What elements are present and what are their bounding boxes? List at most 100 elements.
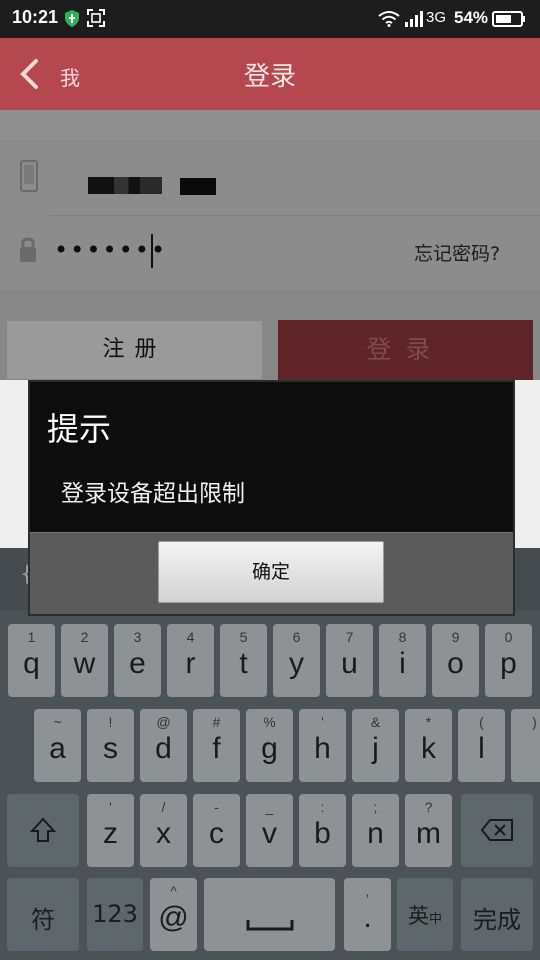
language-key-label: 英 <box>407 904 429 928</box>
key-p[interactable]: 0p <box>485 624 532 697</box>
numeric-key[interactable]: 123 <box>87 878 143 951</box>
key-secondary-label: 7 <box>345 629 354 645</box>
battery-icon <box>492 11 525 27</box>
key-j[interactable]: & j <box>352 709 399 782</box>
key-secondary-label: ( <box>479 714 484 730</box>
key-secondary-label: _ <box>265 799 274 815</box>
key-l[interactable]: (l <box>458 709 505 782</box>
register-button[interactable]: 注册 <box>7 321 262 379</box>
key-primary-label: s <box>103 732 118 765</box>
key-x[interactable]: / x <box>140 794 187 867</box>
key-primary-label: o <box>447 647 464 680</box>
key-f[interactable]: # f <box>193 709 240 782</box>
symbol-key[interactable]: 符 <box>7 878 79 951</box>
key-r[interactable]: 4r <box>167 624 214 697</box>
key-b[interactable]: :b <box>299 794 346 867</box>
key-secondary-label: ; <box>373 799 378 815</box>
login-button[interactable]: 登录 <box>278 320 533 380</box>
shield-icon <box>65 10 79 27</box>
key-secondary-label: ' <box>109 799 112 815</box>
key-secondary-label: 9 <box>451 629 460 645</box>
key-primary-label: p <box>500 647 517 680</box>
key-d[interactable]: @ d <box>140 709 187 782</box>
key-primary-label: d <box>155 732 172 765</box>
key-secondary-label: 6 <box>292 629 301 645</box>
form-top-spacer <box>0 110 540 140</box>
status-bar: 10:21 3G 54% <box>0 0 540 38</box>
shift-key[interactable] <box>7 794 79 867</box>
dialog-title: 提示 <box>47 410 112 448</box>
key-k[interactable]: * k <box>405 709 452 782</box>
key-secondary-label: 5 <box>239 629 248 645</box>
key-y[interactable]: 6y <box>273 624 320 697</box>
key-s[interactable]: ! s <box>87 709 134 782</box>
key-primary-label: h <box>314 732 331 765</box>
key-h[interactable]: ' h <box>299 709 346 782</box>
key-primary-label: k <box>421 732 436 765</box>
symbol-key-label: 符 <box>31 906 55 934</box>
key-v[interactable]: _ v <box>246 794 293 867</box>
text-caret <box>151 234 153 268</box>
at-key-sub: ^ <box>170 883 177 899</box>
key-primary-label: x <box>156 817 171 850</box>
screenshot-icon <box>87 9 105 27</box>
space-key[interactable] <box>204 878 335 951</box>
key-secondary-label: ~ <box>53 714 62 730</box>
key-primary-label: w <box>73 647 96 680</box>
key-primary-label: c <box>209 817 224 850</box>
at-key[interactable]: ^ @ <box>150 878 197 951</box>
key-secondary-label: * <box>425 714 432 730</box>
language-key-sub: 中 <box>428 912 442 927</box>
key-c[interactable]: -c <box>193 794 240 867</box>
key-secondary-label: - <box>214 799 219 815</box>
key-primary-label: v <box>262 817 277 850</box>
done-key[interactable]: 完成 <box>461 878 533 951</box>
key-m[interactable]: ? m <box>405 794 452 867</box>
key-primary-label: i <box>399 647 406 680</box>
key-secondary-label: & <box>370 714 381 730</box>
key-primary-label: t <box>239 647 248 680</box>
key-secondary-label: : <box>320 799 325 815</box>
key-primary-label: a <box>49 732 66 765</box>
key-primary-label: e <box>129 647 146 680</box>
key-secondary-label: # <box>212 714 221 730</box>
key-e[interactable]: 3e <box>114 624 161 697</box>
key-secondary-label: / <box>161 799 166 815</box>
status-time: 10:21 <box>12 7 59 27</box>
key-w[interactable]: 2w <box>61 624 108 697</box>
key-o[interactable]: 9o <box>432 624 479 697</box>
key-blank[interactable]: ) <box>511 709 540 782</box>
period-key-label: . <box>363 901 372 934</box>
key-secondary-label: ' <box>321 714 324 730</box>
numeric-key-label: 123 <box>92 900 138 928</box>
dialog-footer: 确定 <box>30 532 513 614</box>
key-i[interactable]: 8i <box>379 624 426 697</box>
backspace-icon <box>480 819 513 841</box>
key-secondary-label: 8 <box>398 629 407 645</box>
confirm-button[interactable]: 确定 <box>158 541 384 603</box>
shift-icon <box>29 817 57 842</box>
key-g[interactable]: % g <box>246 709 293 782</box>
key-primary-label: f <box>212 732 221 765</box>
key-primary-label: b <box>314 817 331 850</box>
key-z[interactable]: ' z <box>87 794 134 867</box>
forgot-password-link[interactable]: 忘记密码? <box>414 239 500 266</box>
period-key[interactable]: , . <box>344 878 391 951</box>
phone-number-redacted <box>88 177 162 194</box>
key-n[interactable]: ; n <box>352 794 399 867</box>
language-key[interactable]: 英中 <box>397 878 453 951</box>
key-secondary-label: % <box>263 714 276 730</box>
key-secondary-label: @ <box>156 714 171 730</box>
key-secondary-label: 4 <box>186 629 195 645</box>
key-primary-label: g <box>261 732 278 765</box>
key-t[interactable]: 5t <box>220 624 267 697</box>
key-primary-label: z <box>103 817 118 850</box>
phone-number-redacted <box>180 178 216 195</box>
key-secondary-label: ) <box>532 714 537 730</box>
space-icon <box>246 920 293 931</box>
key-u[interactable]: 7u <box>326 624 373 697</box>
key-a[interactable]: ~ a <box>34 709 81 782</box>
delete-key[interactable] <box>461 794 533 867</box>
key-q[interactable]: 1q <box>8 624 55 697</box>
alert-dialog: 提示 登录设备超出限制 确定 <box>30 382 513 614</box>
